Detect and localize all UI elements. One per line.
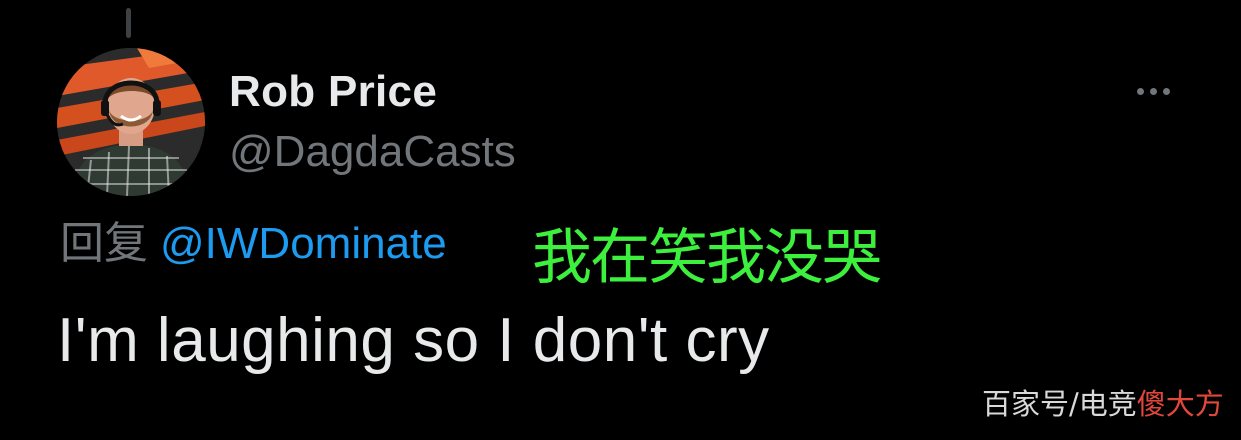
ellipsis-icon — [1136, 87, 1144, 95]
avatar[interactable] — [57, 48, 205, 196]
watermark-source: 百家号/电竞 — [982, 387, 1137, 421]
overlay-caption: 我在笑我没哭 — [532, 223, 882, 293]
ellipsis-icon — [1162, 87, 1170, 95]
watermark-author: 傻大方 — [1136, 387, 1224, 421]
tweet-body-text: I'm laughing so I don't cry — [57, 306, 770, 375]
reply-prefix-label: 回复 — [60, 218, 148, 269]
author-handle[interactable]: @DagdaCasts — [229, 126, 516, 178]
author-display-name[interactable]: Rob Price — [229, 66, 437, 118]
reply-context: 回复 @IWDominate — [60, 216, 447, 272]
profile-photo-icon — [57, 48, 205, 196]
reply-mention-link[interactable]: @IWDominate — [160, 216, 447, 272]
thread-connector-line — [126, 8, 131, 38]
watermark: 百家号/电竞傻大方 — [982, 384, 1224, 424]
more-options-button[interactable] — [1126, 78, 1180, 104]
ellipsis-icon — [1149, 87, 1157, 95]
